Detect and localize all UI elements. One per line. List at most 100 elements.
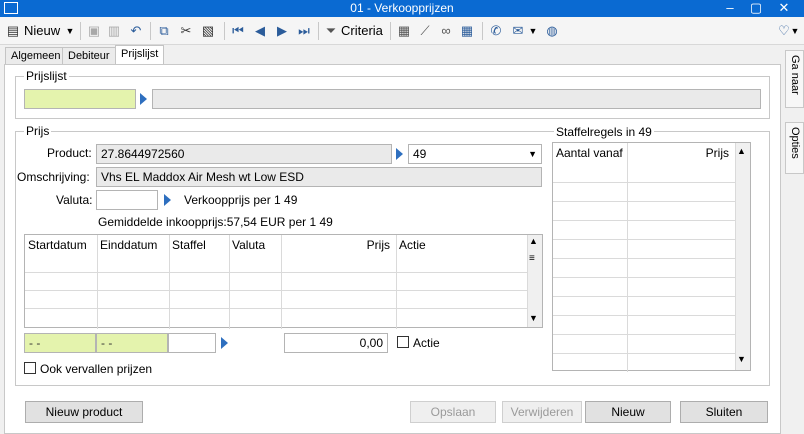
nieuw-button[interactable]: Nieuw bbox=[585, 401, 671, 423]
gemiddelde-inkoopprijs-label: Gemiddelde inkoopprijs:57,54 EUR per 1 4… bbox=[98, 215, 333, 229]
staffel-input[interactable] bbox=[168, 333, 216, 353]
product-field: 27.8644972560 bbox=[96, 144, 392, 164]
toolbar-separator bbox=[390, 22, 391, 40]
grid-row-divider bbox=[553, 239, 736, 240]
grid-column-divider bbox=[396, 235, 397, 329]
grid-row-divider bbox=[553, 220, 736, 221]
maximize-button[interactable]: ▢ bbox=[744, 0, 768, 17]
copy-icon[interactable]: ⧉ bbox=[156, 21, 172, 41]
prijs-input[interactable]: 0,00 bbox=[284, 333, 388, 353]
new-button[interactable]: Nieuw bbox=[24, 21, 64, 41]
staffel-scrollbar[interactable]: ▲ ▼ bbox=[735, 143, 750, 370]
opslaan-button[interactable]: Opslaan bbox=[410, 401, 496, 423]
scroll-up-icon[interactable]: ▲ bbox=[737, 146, 746, 156]
side-tab-opties[interactable]: Opties bbox=[785, 122, 804, 174]
prijs-group-label: Prijs bbox=[24, 124, 52, 138]
product-lookup-arrow-icon[interactable] bbox=[396, 148, 403, 160]
prijslijst-description-field bbox=[152, 89, 761, 109]
save-icon[interactable]: ▣ bbox=[86, 21, 102, 41]
close-button[interactable]: ✕ bbox=[772, 0, 796, 17]
chevron-down-icon[interactable]: ▼ bbox=[528, 147, 537, 161]
staffel-grid[interactable]: Aantal vanaf Prijs ▲ ▼ bbox=[552, 142, 751, 372]
scroll-up-icon[interactable]: ▲ bbox=[529, 236, 538, 246]
valuta-input[interactable] bbox=[96, 190, 158, 210]
first-record-icon[interactable]: ⏮ bbox=[230, 21, 246, 41]
next-record-icon[interactable]: ▶ bbox=[274, 21, 290, 41]
nieuw-product-button[interactable]: Nieuw product bbox=[25, 401, 143, 423]
scroll-thumb-icon[interactable]: ≡ bbox=[529, 253, 535, 264]
cut-icon[interactable]: ✂ bbox=[178, 21, 194, 41]
phone-icon[interactable]: ✆ bbox=[488, 21, 504, 41]
staffel-lookup-arrow-icon[interactable] bbox=[221, 337, 228, 349]
tab-prijslijst[interactable]: Prijslijst bbox=[115, 45, 165, 65]
ook-vervallen-label: Ook vervallen prijzen bbox=[40, 362, 153, 376]
paste-icon[interactable]: ▧ bbox=[200, 21, 216, 41]
column-header-startdatum[interactable]: Startdatum bbox=[25, 235, 97, 255]
toolbar-separator bbox=[224, 22, 225, 40]
valuta-lookup-arrow-icon[interactable] bbox=[164, 194, 171, 206]
omschrijving-field: Vhs EL Maddox Air Mesh wt Low ESD bbox=[96, 167, 542, 187]
side-tab-ga-naar[interactable]: Ga naar bbox=[785, 50, 804, 108]
column-header-actie[interactable]: Actie bbox=[396, 235, 496, 255]
previous-record-icon[interactable]: ◀ bbox=[252, 21, 268, 41]
price-grid[interactable]: Startdatum Einddatum Staffel Valuta Prij… bbox=[24, 234, 543, 329]
delete-icon[interactable]: ▥ bbox=[106, 21, 122, 41]
valuta-label: Valuta: bbox=[56, 193, 93, 207]
tab-debiteur[interactable]: Debiteur bbox=[62, 47, 116, 65]
grid-row-divider bbox=[553, 182, 736, 183]
column-header-prijs[interactable]: Prijs bbox=[281, 235, 394, 255]
grid-row-divider bbox=[553, 296, 736, 297]
tab-algemeen[interactable]: Algemeen bbox=[5, 47, 67, 65]
grid-row-divider bbox=[553, 315, 736, 316]
grid-scrollbar[interactable]: ▲ ≡ ▼ bbox=[527, 235, 542, 327]
toolbar-separator bbox=[150, 22, 151, 40]
product-label: Product: bbox=[47, 146, 92, 160]
grid-row-divider bbox=[553, 201, 736, 202]
last-record-icon[interactable]: ⏭ bbox=[296, 21, 312, 41]
ook-vervallen-checkbox[interactable] bbox=[24, 362, 36, 374]
grid-row-divider bbox=[553, 334, 736, 335]
prijslijst-code-input[interactable] bbox=[24, 89, 136, 109]
chevron-down-icon[interactable]: ▼ bbox=[65, 21, 75, 41]
mail-icon[interactable]: ✉ bbox=[510, 21, 526, 41]
filter-icon[interactable]: ⏷ bbox=[323, 21, 339, 41]
column-header-staffel[interactable]: Staffel bbox=[169, 235, 229, 255]
new-document-icon[interactable]: ▤ bbox=[6, 21, 20, 41]
einddatum-input[interactable]: - - bbox=[96, 333, 168, 353]
column-header-aantal-vanaf[interactable]: Aantal vanaf bbox=[553, 143, 627, 163]
scroll-down-icon[interactable]: ▼ bbox=[529, 313, 538, 323]
toolbar-separator bbox=[318, 22, 319, 40]
title-bar: 01 - Verkoopprijzen – ▢ ✕ bbox=[0, 0, 804, 17]
staffel-title: Staffelregels in 49 bbox=[554, 125, 654, 139]
chart-icon[interactable]: ⟋ bbox=[417, 21, 433, 41]
chevron-down-icon[interactable]: ▼ bbox=[528, 21, 538, 41]
criteria-button[interactable]: Criteria bbox=[341, 21, 385, 41]
startdatum-input[interactable]: - - bbox=[24, 333, 96, 353]
chevron-down-icon[interactable]: ▼ bbox=[790, 21, 800, 41]
grid-row-divider bbox=[25, 290, 528, 291]
binoculars-icon[interactable]: ∞ bbox=[437, 21, 455, 41]
undo-icon[interactable]: ↶ bbox=[127, 21, 145, 41]
toolbar: ▤ Nieuw ▼ ▣ ▥ ↶ ⧉ ✂ ▧ ⏮ ◀ ▶ ⏭ ⏷ Criteria… bbox=[0, 17, 804, 45]
column-header-valuta[interactable]: Valuta bbox=[229, 235, 281, 255]
grid-column-divider bbox=[169, 235, 170, 329]
actie-checkbox[interactable] bbox=[397, 336, 409, 348]
unit-select-value: 49 bbox=[413, 147, 427, 161]
scroll-down-icon[interactable]: ▼ bbox=[737, 354, 746, 364]
grid-column-divider bbox=[281, 235, 282, 329]
minimize-button[interactable]: – bbox=[718, 0, 742, 17]
globe-icon[interactable]: ◍ bbox=[544, 21, 560, 41]
sluiten-button[interactable]: Sluiten bbox=[680, 401, 768, 423]
actie-label: Actie bbox=[413, 336, 440, 350]
grid-column-divider bbox=[97, 235, 98, 329]
unit-select[interactable]: 49 ▼ bbox=[408, 144, 542, 164]
excel-icon[interactable]: ▦ bbox=[396, 21, 412, 41]
prijslijst-lookup-arrow-icon[interactable] bbox=[140, 93, 147, 105]
verwijderen-button[interactable]: Verwijderen bbox=[502, 401, 582, 423]
toolbar-separator bbox=[80, 22, 81, 40]
column-header-staffel-prijs[interactable]: Prijs bbox=[627, 143, 733, 163]
grid-row-divider bbox=[553, 277, 736, 278]
column-header-einddatum[interactable]: Einddatum bbox=[97, 235, 169, 255]
grid-row-divider bbox=[25, 308, 528, 309]
table-icon[interactable]: ▦ bbox=[459, 21, 475, 41]
